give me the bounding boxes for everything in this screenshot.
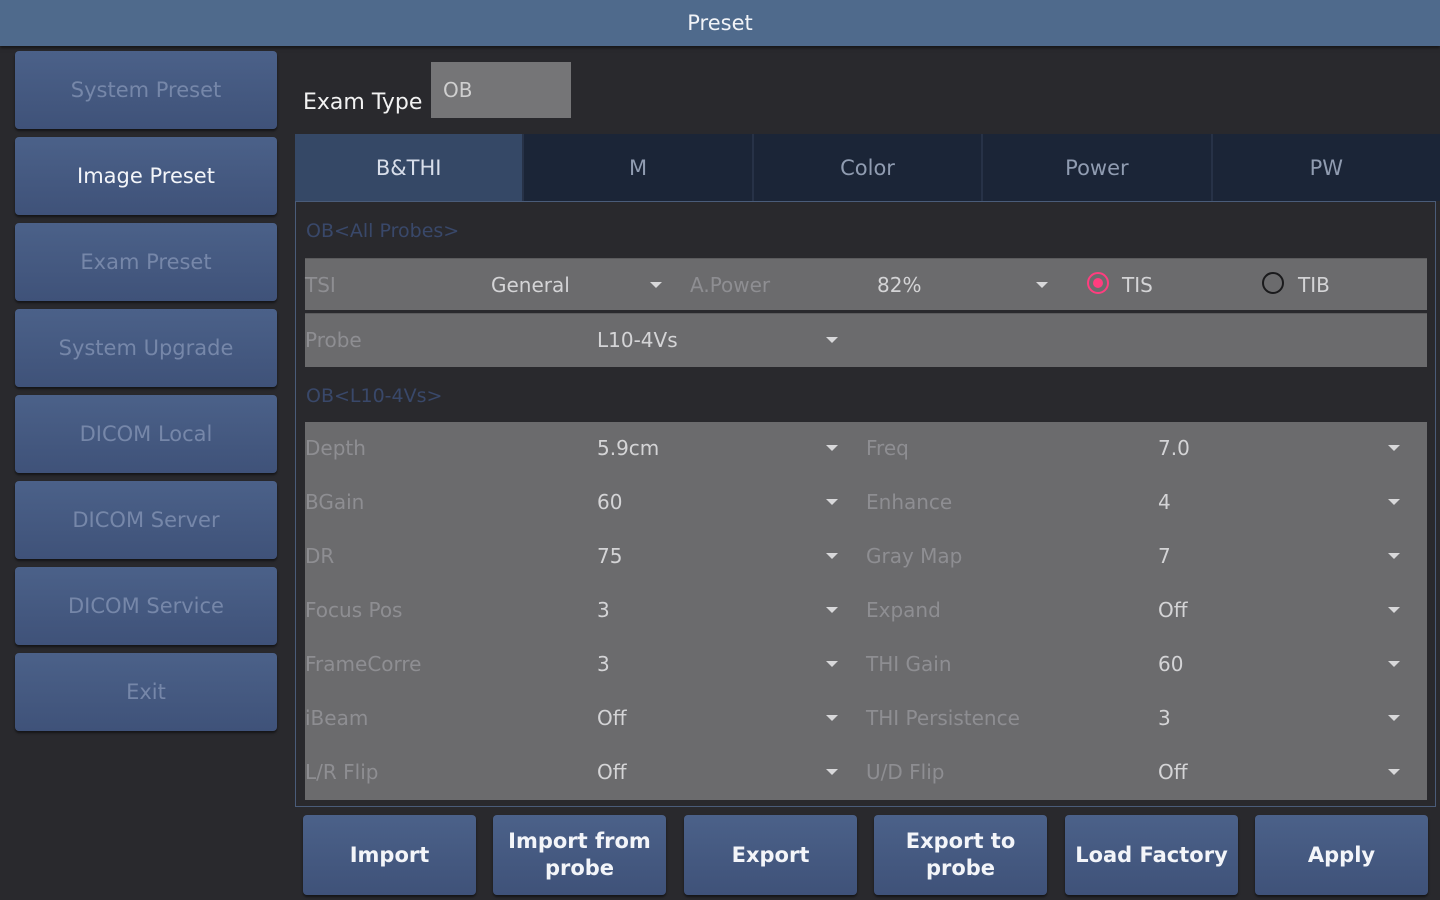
exam-type-label: Exam Type (303, 90, 423, 115)
parameter-row: FrameCorre 3 THI Gain 60 (305, 638, 1427, 692)
import-from-probe-label-line2: probe (544, 856, 615, 880)
tsi-row: TSI General A.Power 82% TIS TIB (305, 258, 1427, 310)
param-select[interactable]: Off (597, 706, 627, 730)
parameter-row: iBeam Off THI Persistence 3 (305, 692, 1427, 746)
tib-radio[interactable] (1262, 272, 1284, 294)
apply-button[interactable]: Apply (1255, 815, 1428, 895)
chevron-down-icon[interactable] (1388, 553, 1400, 559)
param-select[interactable]: 5.9cm (597, 436, 659, 460)
sidebar-item-exit[interactable]: Exit (15, 653, 277, 731)
param-label: THI Gain (866, 652, 952, 676)
probe-section-title: OB<L10-4Vs> (306, 385, 443, 407)
param-label: iBeam (305, 706, 369, 730)
chevron-down-icon[interactable] (826, 769, 838, 775)
probe-select[interactable]: L10-4Vs (597, 328, 678, 352)
settings-panel: OB<All Probes> TSI General A.Power 82% T… (295, 201, 1436, 807)
chevron-down-icon[interactable] (826, 445, 838, 451)
tsi-select[interactable]: General (491, 273, 570, 297)
chevron-down-icon[interactable] (826, 499, 838, 505)
parameter-grid: Depth 5.9cm Freq 7.0 BGain 60 Enhance 4 … (305, 422, 1427, 800)
param-select[interactable]: 7 (1158, 544, 1171, 568)
export-to-probe-button[interactable]: Export to probe (874, 815, 1047, 895)
import-button[interactable]: Import (303, 815, 476, 895)
import-from-probe-label-line1: Import from (508, 829, 651, 853)
tab-pw[interactable]: PW (1213, 134, 1440, 201)
param-select[interactable]: 75 (597, 544, 622, 568)
param-select[interactable]: Off (597, 760, 627, 784)
title-bar: Preset (0, 0, 1440, 46)
param-select[interactable]: Off (1158, 598, 1188, 622)
chevron-down-icon[interactable] (826, 553, 838, 559)
chevron-down-icon[interactable] (826, 715, 838, 721)
all-probes-section-title: OB<All Probes> (306, 220, 460, 242)
tis-label: TIS (1122, 273, 1153, 297)
param-select[interactable]: 60 (1158, 652, 1183, 676)
tis-radio[interactable] (1087, 272, 1109, 294)
param-label: Freq (866, 436, 909, 460)
tab-bthi[interactable]: B&THI (295, 134, 525, 201)
tab-power[interactable]: Power (983, 134, 1213, 201)
param-label: Gray Map (866, 544, 963, 568)
load-factory-button[interactable]: Load Factory (1065, 815, 1238, 895)
param-select[interactable]: 4 (1158, 490, 1171, 514)
sidebar-item-system-preset[interactable]: System Preset (15, 51, 277, 129)
import-from-probe-button[interactable]: Import from probe (493, 815, 666, 895)
param-label: Focus Pos (305, 598, 403, 622)
param-label: FrameCorre (305, 652, 422, 676)
sidebar-item-image-preset[interactable]: Image Preset (15, 137, 277, 215)
tab-m[interactable]: M (524, 134, 754, 201)
parameter-row: L/R Flip Off U/D Flip Off (305, 746, 1427, 800)
chevron-down-icon[interactable] (1388, 499, 1400, 505)
param-select[interactable]: 7.0 (1158, 436, 1190, 460)
param-select[interactable]: 3 (597, 652, 610, 676)
param-label: BGain (305, 490, 365, 514)
param-label: Depth (305, 436, 366, 460)
apower-label: A.Power (690, 273, 771, 297)
window-title: Preset (687, 11, 753, 35)
chevron-down-icon[interactable] (1388, 445, 1400, 451)
param-label: Expand (866, 598, 941, 622)
param-select[interactable]: 3 (597, 598, 610, 622)
parameter-row: BGain 60 Enhance 4 (305, 476, 1427, 530)
chevron-down-icon[interactable] (1036, 282, 1048, 288)
chevron-down-icon[interactable] (1388, 715, 1400, 721)
parameter-row: DR 75 Gray Map 7 (305, 530, 1427, 584)
parameter-row: Focus Pos 3 Expand Off (305, 584, 1427, 638)
param-label: DR (305, 544, 335, 568)
chevron-down-icon[interactable] (1388, 607, 1400, 613)
chevron-down-icon[interactable] (1388, 661, 1400, 667)
param-label: U/D Flip (866, 760, 945, 784)
export-button[interactable]: Export (684, 815, 857, 895)
tib-label: TIB (1298, 273, 1330, 297)
chevron-down-icon[interactable] (1388, 769, 1400, 775)
chevron-down-icon[interactable] (826, 607, 838, 613)
probe-row: Probe L10-4Vs (305, 313, 1427, 367)
sidebar-item-dicom-local[interactable]: DICOM Local (15, 395, 277, 473)
param-label: L/R Flip (305, 760, 379, 784)
chevron-down-icon[interactable] (826, 661, 838, 667)
sidebar-item-dicom-service[interactable]: DICOM Service (15, 567, 277, 645)
sidebar-item-exam-preset[interactable]: Exam Preset (15, 223, 277, 301)
sidebar-item-dicom-server[interactable]: DICOM Server (15, 481, 277, 559)
parameter-row: Depth 5.9cm Freq 7.0 (305, 422, 1427, 476)
param-select[interactable]: Off (1158, 760, 1188, 784)
probe-label: Probe (305, 328, 362, 352)
apower-select[interactable]: 82% (877, 273, 921, 297)
param-select[interactable]: 3 (1158, 706, 1171, 730)
sidebar-item-system-upgrade[interactable]: System Upgrade (15, 309, 277, 387)
tsi-label: TSI (305, 273, 336, 297)
param-select[interactable]: 60 (597, 490, 622, 514)
tab-color[interactable]: Color (754, 134, 984, 201)
chevron-down-icon[interactable] (826, 337, 838, 343)
param-label: THI Persistence (866, 706, 1020, 730)
param-label: Enhance (866, 490, 953, 514)
chevron-down-icon[interactable] (650, 282, 662, 288)
exam-type-field[interactable]: OB (431, 62, 571, 118)
mode-tabs: B&THI M Color Power PW (295, 134, 1440, 201)
